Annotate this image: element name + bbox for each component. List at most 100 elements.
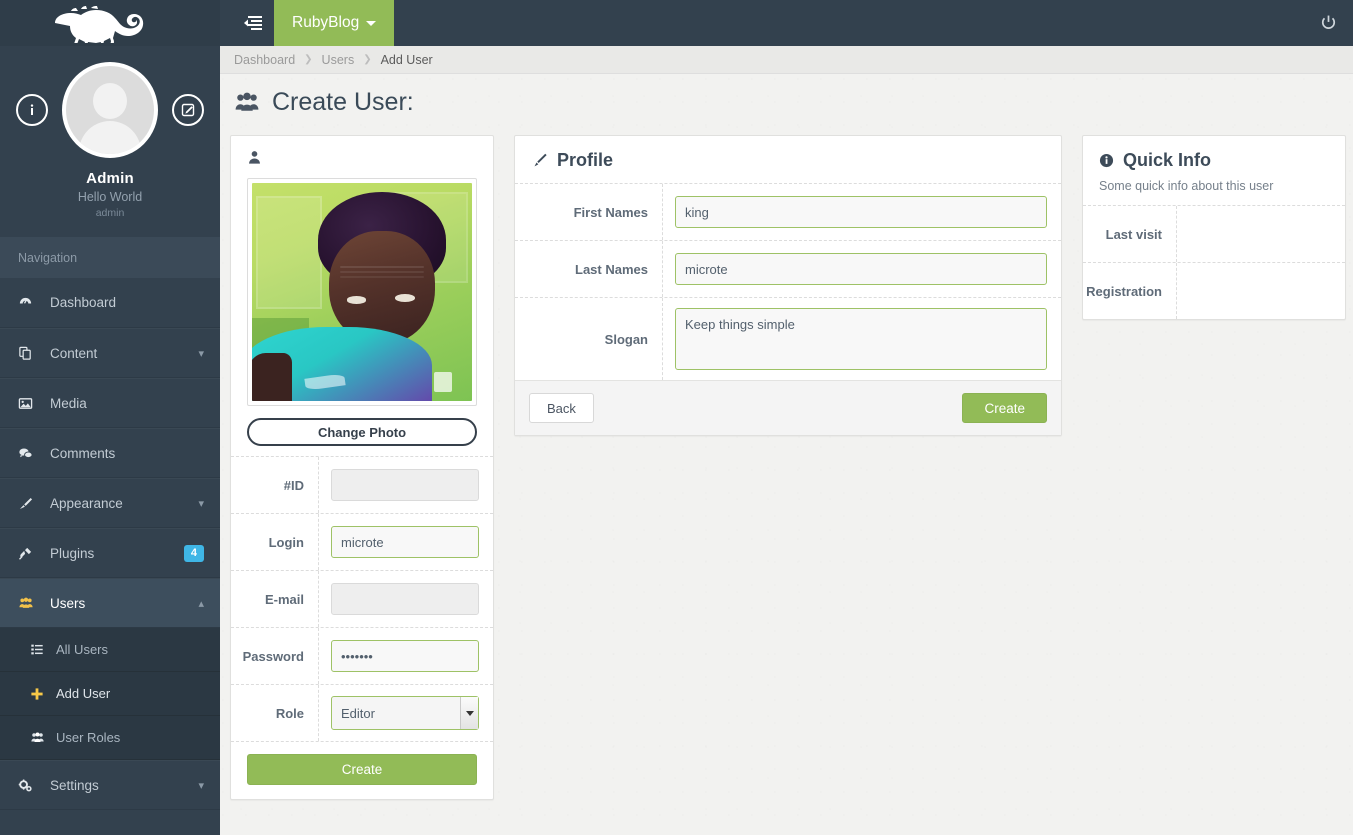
user-person-icon bbox=[231, 136, 493, 170]
sidebar-item-label: Settings bbox=[50, 777, 99, 793]
page-title: Create User: bbox=[220, 74, 1353, 135]
sidebar-item-label: Content bbox=[50, 345, 98, 361]
profile-column: Profile First Names Last Names bbox=[514, 135, 1062, 436]
user-photo bbox=[252, 183, 472, 401]
columns: Change Photo #ID Login microte E-mail Pa… bbox=[220, 135, 1353, 820]
plugins-badge: 4 bbox=[183, 544, 204, 562]
sidebar-item-label: Users bbox=[50, 595, 86, 611]
list-icon bbox=[30, 643, 56, 656]
slogan-label: Slogan bbox=[515, 298, 663, 380]
edit-pencil-icon[interactable] bbox=[172, 94, 204, 126]
change-photo-button[interactable]: Change Photo bbox=[247, 418, 477, 446]
sidebar-subitem-label: User Roles bbox=[56, 730, 121, 745]
sidebar-logo[interactable] bbox=[0, 0, 220, 46]
sidebar-item-user-roles[interactable]: User Roles bbox=[0, 716, 220, 760]
content-scroll: Create User: Change Photo #ID Login micr… bbox=[220, 74, 1353, 835]
info-icon[interactable] bbox=[16, 94, 48, 126]
profile-role: admin bbox=[95, 207, 125, 219]
sidebar-item-content[interactable]: Content ▾ bbox=[0, 328, 220, 378]
sidebar-item-settings[interactable]: Settings ▾ bbox=[0, 760, 220, 810]
info-circle-icon bbox=[1099, 153, 1114, 168]
media-image-icon bbox=[18, 396, 40, 411]
sidebar-item-dashboard[interactable]: Dashboard bbox=[0, 278, 220, 328]
plus-icon bbox=[30, 687, 56, 701]
topbar: RubyBlog bbox=[220, 0, 1353, 46]
pencil-icon bbox=[531, 152, 548, 169]
field-row-first-names: First Names bbox=[515, 183, 1061, 240]
field-row-password: Password bbox=[231, 627, 493, 684]
first-names-field[interactable] bbox=[675, 196, 1047, 228]
breadcrumb-separator-icon: ❯ bbox=[363, 54, 372, 65]
field-row-email: E-mail bbox=[231, 570, 493, 627]
login-label: Login bbox=[231, 514, 319, 570]
plugins-plug-icon bbox=[18, 546, 40, 561]
slogan-field[interactable] bbox=[675, 308, 1047, 370]
brand-dropdown-button[interactable]: RubyBlog bbox=[274, 0, 395, 46]
avatar bbox=[62, 62, 158, 158]
chameleon-logo-icon bbox=[35, 3, 185, 43]
sidebar-profile: Admin Hello World admin bbox=[0, 46, 220, 237]
comments-bubble-icon bbox=[18, 446, 40, 461]
email-label: E-mail bbox=[231, 571, 319, 627]
profile-card: Profile First Names Last Names bbox=[514, 135, 1062, 436]
profile-name: Admin bbox=[86, 170, 134, 187]
role-label: Role bbox=[231, 685, 319, 741]
dashboard-gauge-icon bbox=[18, 295, 40, 310]
last-names-label: Last Names bbox=[515, 241, 663, 297]
sidebar-item-plugins[interactable]: Plugins 4 bbox=[0, 528, 220, 578]
breadcrumb-item-users[interactable]: Users bbox=[322, 53, 355, 67]
last-names-field[interactable] bbox=[675, 253, 1047, 285]
sidebar-item-add-user[interactable]: Add User bbox=[0, 672, 220, 716]
last-visit-label: Last visit bbox=[1083, 206, 1177, 262]
email-field[interactable] bbox=[331, 583, 479, 615]
power-icon[interactable] bbox=[1320, 15, 1337, 32]
sidebar-nav: Dashboard Content ▾ Media Comments Appea… bbox=[0, 278, 220, 810]
sidebar-item-label: Comments bbox=[50, 445, 116, 461]
sidebar-item-all-users[interactable]: All Users bbox=[0, 628, 220, 672]
sidebar-subitem-label: All Users bbox=[56, 642, 109, 657]
first-names-label: First Names bbox=[515, 184, 663, 240]
sidebar-item-label: Dashboard bbox=[50, 295, 117, 310]
chevron-up-icon: ▴ bbox=[198, 597, 204, 610]
field-row-role: Role Editor bbox=[231, 684, 493, 741]
registration-label: Registration bbox=[1083, 263, 1177, 319]
user-roles-group-icon bbox=[30, 731, 56, 745]
registration-value bbox=[1177, 263, 1345, 319]
collapse-sidebar-icon[interactable] bbox=[234, 0, 274, 46]
breadcrumb-item-dashboard[interactable]: Dashboard bbox=[234, 53, 295, 67]
chevron-down-icon: ▾ bbox=[198, 347, 204, 360]
chevron-down-icon bbox=[366, 20, 377, 26]
id-field[interactable] bbox=[331, 469, 479, 501]
password-label: Password bbox=[231, 628, 319, 684]
login-field[interactable] bbox=[331, 526, 479, 558]
role-select[interactable]: Editor bbox=[331, 696, 479, 730]
sidebar-item-label: Plugins bbox=[50, 545, 95, 561]
sidebar-item-media[interactable]: Media bbox=[0, 378, 220, 428]
breadcrumb: Dashboard ❯ Users ❯ Add User bbox=[220, 46, 1353, 74]
quick-info-header: Quick Info Some quick info about this us… bbox=[1083, 136, 1345, 205]
account-create-button[interactable]: Create bbox=[247, 754, 477, 785]
content-copy-icon bbox=[18, 346, 40, 361]
quick-info-row-registration: Registration bbox=[1083, 262, 1345, 319]
sidebar-item-comments[interactable]: Comments bbox=[0, 428, 220, 478]
sidebar-subitem-label: Add User bbox=[56, 686, 111, 701]
quick-info-row-last-visit: Last visit bbox=[1083, 205, 1345, 262]
chevron-down-icon: ▾ bbox=[198, 779, 204, 792]
nav-heading: Navigation bbox=[0, 237, 220, 278]
appearance-brush-icon bbox=[18, 496, 40, 511]
sidebar-item-appearance[interactable]: Appearance ▾ bbox=[0, 478, 220, 528]
sidebar-item-users[interactable]: Users ▴ bbox=[0, 578, 220, 628]
sidebar-item-label: Appearance bbox=[50, 495, 123, 511]
profile-create-button[interactable]: Create bbox=[962, 393, 1047, 423]
back-button[interactable]: Back bbox=[529, 393, 594, 423]
password-field[interactable] bbox=[331, 640, 479, 672]
sidebar-subnav: All Users Add User User Roles bbox=[0, 628, 220, 760]
field-row-login: Login bbox=[231, 513, 493, 570]
sidebar-item-label: Media bbox=[50, 395, 87, 411]
quick-info-card: Quick Info Some quick info about this us… bbox=[1082, 135, 1346, 320]
brand-label: RubyBlog bbox=[292, 14, 360, 31]
profile-greeting: Hello World bbox=[77, 190, 143, 204]
quick-info-title: Quick Info bbox=[1123, 150, 1212, 170]
breadcrumb-separator-icon: ❯ bbox=[304, 54, 313, 65]
account-card: Change Photo #ID Login microte E-mail Pa… bbox=[230, 135, 494, 800]
